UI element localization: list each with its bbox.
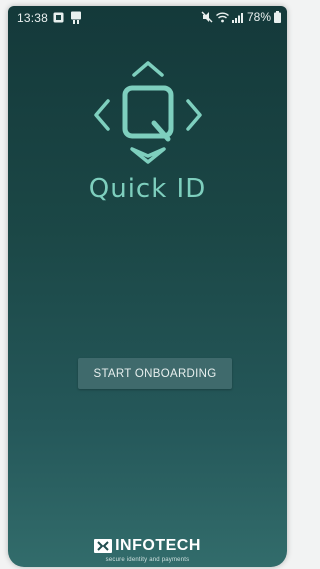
wifi-icon bbox=[216, 12, 229, 22]
battery-icon bbox=[274, 11, 281, 23]
brand-footer: INFOTECH secure identity and payments bbox=[8, 537, 287, 563]
app-name: Quick ID bbox=[88, 174, 207, 204]
start-onboarding-button[interactable]: START ONBOARDING bbox=[78, 358, 232, 389]
signal-icon bbox=[231, 12, 243, 23]
ex-infotech-logo-icon bbox=[94, 539, 113, 553]
quick-id-logo-icon bbox=[94, 61, 202, 164]
brand-name: INFOTECH bbox=[115, 537, 201, 554]
app-icon bbox=[71, 11, 81, 24]
brand-tagline: secure identity and payments bbox=[105, 557, 190, 563]
status-time: 13:38 bbox=[17, 11, 49, 25]
battery-percent: 78% bbox=[246, 10, 271, 24]
status-indicators: 78% bbox=[201, 10, 281, 24]
brand-row: INFOTECH bbox=[94, 537, 201, 555]
phone-screen: 13:38 78% Quick ID START ONBOARDING INFO… bbox=[8, 6, 287, 567]
status-bar: 13:38 78% bbox=[8, 6, 287, 30]
mute-icon bbox=[201, 11, 213, 23]
notification-icon bbox=[53, 12, 64, 23]
